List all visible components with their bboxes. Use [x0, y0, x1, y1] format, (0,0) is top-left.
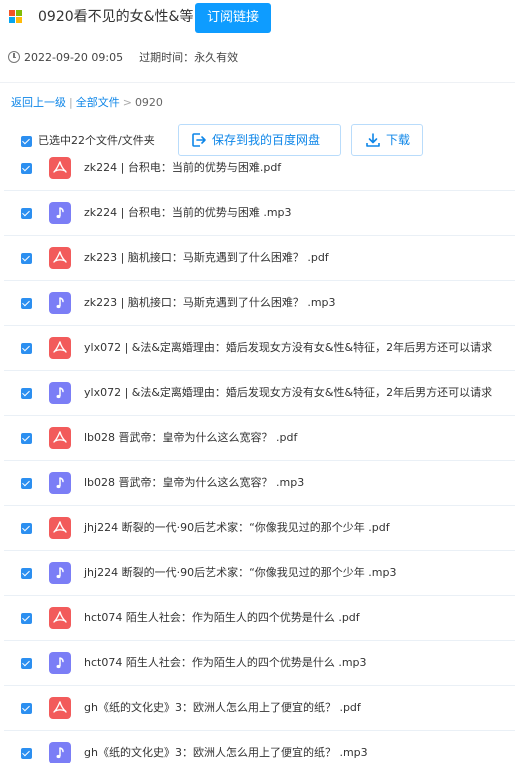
file-list: zk224 | 台积电：当前的优势与困难.pdf zk224 | 台积电：当前的优… — [0, 146, 515, 763]
pdf-icon — [49, 337, 71, 359]
file-checkbox[interactable] — [21, 433, 32, 444]
file-checkbox[interactable] — [21, 748, 32, 759]
share-logo-icon — [9, 10, 23, 24]
file-name[interactable]: zk223 | 脑机接口：马斯克遇到了什么困难？ .mp3 — [84, 295, 336, 311]
all-files-link[interactable]: 全部文件 — [76, 96, 120, 109]
pdf-icon — [49, 607, 71, 629]
file-row[interactable]: lb028 晋武帝：皇帝为什么这么宽容？ .mp3 — [4, 461, 515, 506]
file-row[interactable]: zk223 | 脑机接口：马斯克遇到了什么困难？ .pdf — [4, 236, 515, 281]
file-name[interactable]: gh《纸的文化史》3：欧洲人怎么用上了便宜的纸？ .pdf — [84, 700, 361, 716]
back-link[interactable]: 返回上一级 — [11, 96, 66, 109]
expire-label: 过期时间： — [139, 51, 195, 64]
music-note-icon — [49, 382, 71, 404]
file-name[interactable]: ylx072 | &法&定离婚理由：婚后发现女方没有女&性&特征，2年后男方还可… — [84, 385, 492, 401]
file-name[interactable]: zk223 | 脑机接口：马斯克遇到了什么困难？ .pdf — [84, 250, 329, 266]
file-row[interactable]: jhj224 断裂的一代·90后艺术家：“你像我见过的那个少年 .mp3 — [4, 551, 515, 596]
file-name[interactable]: lb028 晋武帝：皇帝为什么这么宽容？ .mp3 — [84, 475, 304, 491]
file-checkbox[interactable] — [21, 343, 32, 354]
file-checkbox[interactable] — [21, 613, 32, 624]
file-name[interactable]: ylx072 | &法&定离婚理由：婚后发现女方没有女&性&特征，2年后男方还可… — [84, 340, 492, 356]
file-name[interactable]: lb028 晋武帝：皇帝为什么这么宽容？ .pdf — [84, 430, 297, 446]
breadcrumb: 返回上一级 | 全部文件 >0920 — [11, 95, 163, 111]
music-note-icon — [49, 562, 71, 584]
file-name[interactable]: gh《纸的文化史》3：欧洲人怎么用上了便宜的纸？ .mp3 — [84, 745, 368, 761]
file-row[interactable]: gh《纸的文化史》3：欧洲人怎么用上了便宜的纸？ .pdf — [4, 686, 515, 731]
file-checkbox[interactable] — [21, 478, 32, 489]
file-checkbox[interactable] — [21, 163, 32, 174]
file-row[interactable]: lb028 晋武帝：皇帝为什么这么宽容？ .pdf — [4, 416, 515, 461]
clock-icon — [8, 51, 20, 63]
file-checkbox[interactable] — [21, 388, 32, 399]
music-note-icon — [49, 742, 71, 763]
music-note-icon — [49, 292, 71, 314]
pdf-icon — [49, 517, 71, 539]
subscribe-button[interactable]: 订阅链接 — [195, 3, 271, 33]
breadcrumb-separator: | — [69, 96, 73, 109]
file-row[interactable]: ylx072 | &法&定离婚理由：婚后发现女方没有女&性&特征，2年后男方还可… — [4, 371, 515, 416]
file-name[interactable]: hct074 陌生人社会：作为陌生人的四个优势是什么 .mp3 — [84, 655, 367, 671]
file-name[interactable]: hct074 陌生人社会：作为陌生人的四个优势是什么 .pdf — [84, 610, 360, 626]
file-checkbox[interactable] — [21, 703, 32, 714]
file-name[interactable]: zk224 | 台积电：当前的优势与困难 .mp3 — [84, 205, 292, 221]
pdf-icon — [49, 427, 71, 449]
file-row[interactable]: hct074 陌生人社会：作为陌生人的四个优势是什么 .pdf — [4, 596, 515, 641]
file-row[interactable]: zk224 | 台积电：当前的优势与困难.pdf — [4, 146, 515, 191]
file-row[interactable]: zk223 | 脑机接口：马斯克遇到了什么困难？ .mp3 — [4, 281, 515, 326]
music-note-icon — [49, 202, 71, 224]
file-checkbox[interactable] — [21, 253, 32, 264]
share-page: 0920看不见的女&性&等 订阅链接 2022-09-20 09:05 过期时间：… — [0, 0, 515, 763]
expire-value: 永久有效 — [194, 51, 239, 64]
file-checkbox[interactable] — [21, 208, 32, 219]
pdf-icon — [49, 157, 71, 179]
music-note-icon — [49, 472, 71, 494]
breadcrumb-current: 0920 — [134, 96, 163, 109]
file-row[interactable]: zk224 | 台积电：当前的优势与困难 .mp3 — [4, 191, 515, 236]
file-name[interactable]: jhj224 断裂的一代·90后艺术家：“你像我见过的那个少年 .mp3 — [84, 565, 396, 581]
file-checkbox[interactable] — [21, 298, 32, 309]
file-checkbox[interactable] — [21, 568, 32, 579]
share-meta: 2022-09-20 09:05 过期时间：永久有效 — [8, 50, 238, 66]
file-row[interactable]: ylx072 | &法&定离婚理由：婚后发现女方没有女&性&特征，2年后男方还可… — [4, 326, 515, 371]
header: 0920看不见的女&性&等 订阅链接 — [0, 0, 515, 40]
breadcrumb-chevron: > — [122, 96, 132, 109]
pdf-icon — [49, 697, 71, 719]
file-name[interactable]: zk224 | 台积电：当前的优势与困难.pdf — [84, 160, 281, 176]
file-checkbox[interactable] — [21, 523, 32, 534]
pdf-icon — [49, 247, 71, 269]
file-name[interactable]: jhj224 断裂的一代·90后艺术家：“你像我见过的那个少年 .pdf — [84, 520, 390, 536]
file-checkbox[interactable] — [21, 658, 32, 669]
share-title: 0920看不见的女&性&等 — [38, 9, 194, 25]
share-datetime: 2022-09-20 09:05 — [24, 51, 124, 64]
divider — [0, 82, 515, 83]
music-note-icon — [49, 652, 71, 674]
file-row[interactable]: gh《纸的文化史》3：欧洲人怎么用上了便宜的纸？ .mp3 — [4, 731, 515, 763]
file-row[interactable]: jhj224 断裂的一代·90后艺术家：“你像我见过的那个少年 .pdf — [4, 506, 515, 551]
file-row[interactable]: hct074 陌生人社会：作为陌生人的四个优势是什么 .mp3 — [4, 641, 515, 686]
